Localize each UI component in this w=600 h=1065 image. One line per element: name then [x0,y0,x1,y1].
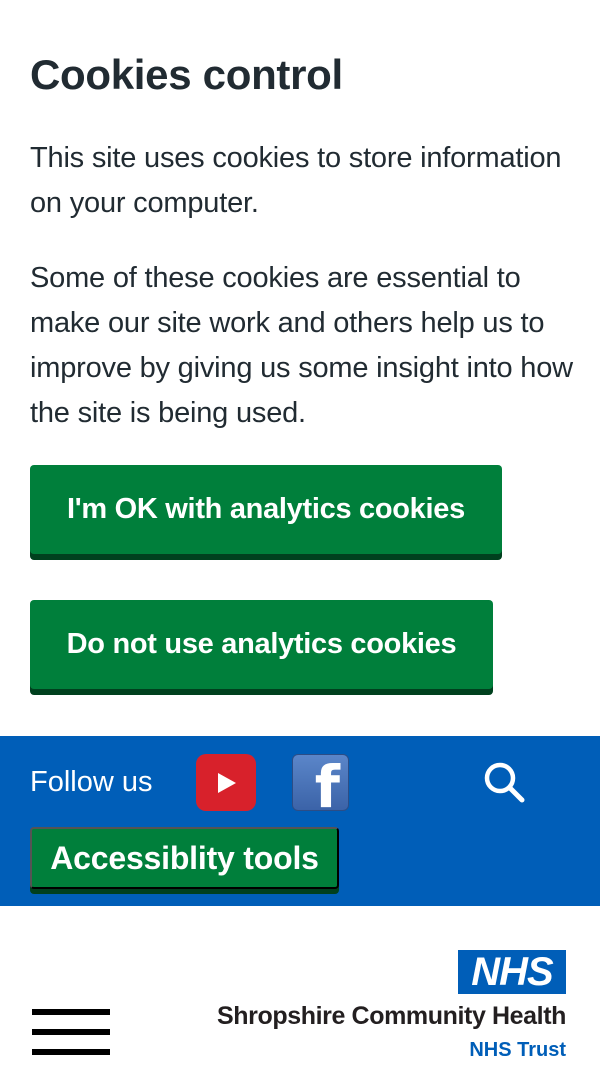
facebook-icon[interactable]: f [292,754,349,811]
youtube-icon[interactable] [196,754,256,811]
nhs-logo[interactable]: NHS [458,950,566,994]
organisation-name: Shropshire Community Health [217,1002,566,1030]
cookie-info-text: This site uses cookies to store informat… [30,142,562,219]
site-header: NHS Shropshire Community Health NHS Trus… [0,906,600,1065]
cookie-detail-text: Some of these cookies are essential to m… [30,262,573,429]
accept-analytics-cookies-button[interactable]: I'm OK with analytics cookies [30,465,502,554]
cookie-banner-title: Cookies control [30,51,343,98]
social-bar: Follow us f Accessiblity tools [0,736,600,906]
menu-line [32,1049,110,1055]
accessibility-tools-button[interactable]: Accessiblity tools [30,827,339,889]
menu-line [32,1009,110,1015]
reject-analytics-cookies-button[interactable]: Do not use analytics cookies [30,600,493,689]
hamburger-menu-icon[interactable] [32,1009,110,1059]
cookie-banner: Cookies control This site uses cookies t… [0,0,600,736]
search-icon[interactable] [478,756,532,810]
menu-line [32,1029,110,1035]
facebook-glyph: f [314,754,340,811]
follow-us-label: Follow us [30,766,153,798]
organisation-type: NHS Trust [469,1039,566,1061]
play-icon [218,772,236,793]
